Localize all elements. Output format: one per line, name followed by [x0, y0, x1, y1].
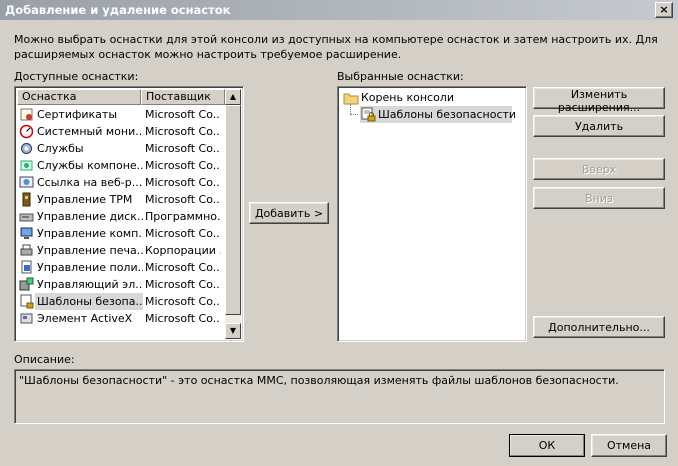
close-button[interactable]: ×: [655, 2, 673, 18]
list-item[interactable]: Шаблоны безопа... Microsoft Co...: [17, 293, 223, 310]
description-box: "Шаблоны безопасности" - это оснастка MM…: [14, 369, 665, 424]
snapin-name: Сертификаты: [37, 108, 118, 121]
snapin-name: Управление диск...: [37, 210, 143, 223]
services-icon: [21, 143, 32, 154]
close-icon: ×: [659, 3, 669, 16]
scroll-down-button[interactable]: ▼: [225, 323, 241, 339]
computer-management-icon: [20, 227, 33, 239]
snapin-name: Управление комп...: [37, 227, 143, 240]
certificates-icon: [20, 108, 33, 121]
list-item[interactable]: Службы Microsoft Co...: [17, 140, 223, 157]
snapin-name: Службы: [37, 142, 84, 155]
description-text: "Шаблоны безопасности" - это оснастка MM…: [19, 374, 619, 387]
snapin-vendor: Microsoft Co...: [145, 125, 221, 138]
snapin-vendor: Microsoft Co...: [145, 108, 221, 121]
move-up-button[interactable]: Вверх: [533, 158, 665, 180]
policy-management-icon: [21, 260, 32, 274]
add-button[interactable]: Добавить >: [249, 202, 329, 224]
component-services-icon: [20, 160, 33, 171]
tree-item-security-templates[interactable]: Шаблоны безопасности: [360, 106, 516, 123]
tree-item-label: Корень консоли: [361, 91, 454, 104]
list-item[interactable]: Управление TPM Microsoft Co...: [17, 191, 223, 208]
snapin-name: Шаблоны безопа...: [35, 293, 143, 310]
snapin-name: Элемент ActiveX: [37, 312, 133, 325]
selected-snapins-tree[interactable]: Корень консоли Шаблоны безопасности: [337, 86, 527, 342]
list-item[interactable]: Управляющий эл... Microsoft Co...: [17, 276, 223, 293]
print-management-icon: [20, 244, 33, 256]
cancel-button[interactable]: Отмена: [591, 434, 667, 457]
remove-button[interactable]: Удалить: [533, 115, 665, 137]
snapin-name: Ссылка на веб-р...: [37, 176, 143, 189]
snapin-vendor: Microsoft Co...: [145, 142, 221, 155]
intro-text: Можно выбрать оснастки для этой консоли …: [14, 33, 658, 61]
description-label: Описание:: [14, 353, 75, 366]
ok-button[interactable]: ОК: [509, 434, 585, 457]
snapin-vendor: Microsoft Co...: [145, 227, 221, 240]
snapin-vendor: Microsoft Co...: [145, 261, 221, 274]
list-item[interactable]: Элемент ActiveX Microsoft Co...: [17, 310, 223, 327]
tree-item-label: Шаблоны безопасности: [378, 108, 517, 121]
available-snapins-list[interactable]: Оснастка Поставщик Сертификаты Microsoft …: [14, 86, 244, 342]
tree-connector: [350, 104, 351, 114]
snapin-vendor: Microsoft Co...: [145, 159, 221, 172]
list-scrollbar[interactable]: ▲ ▼: [225, 89, 241, 339]
window-title: Добавление и удаление оснасток: [5, 3, 231, 17]
selected-snapins-label: Выбранные оснастки:: [337, 70, 464, 83]
snapin-vendor: Microsoft Co...: [145, 278, 221, 291]
scroll-thumb[interactable]: [225, 105, 241, 315]
scroll-up-button[interactable]: ▲: [225, 89, 241, 105]
snapin-vendor: Microsoft Co...: [145, 295, 221, 308]
snapin-name: Управление печа...: [37, 244, 143, 257]
web-link-icon: [19, 176, 34, 188]
list-item[interactable]: Ссылка на веб-р... Microsoft Co...: [17, 174, 223, 191]
system-monitor-icon: [19, 124, 34, 139]
tree-connector: [350, 114, 358, 115]
title-bar: Добавление и удаление оснасток ×: [0, 0, 678, 20]
available-snapins-label: Доступные оснастки:: [14, 70, 139, 83]
list-item[interactable]: Управление диск... Программно...: [17, 208, 223, 225]
folder-icon: [343, 93, 359, 105]
list-item[interactable]: Сертификаты Microsoft Co...: [17, 106, 223, 123]
snapin-name: Службы компоне...: [37, 159, 143, 172]
security-templates-icon: [361, 107, 376, 122]
snapin-vendor: Программно...: [145, 210, 221, 223]
column-header-snapin[interactable]: Оснастка: [17, 89, 141, 105]
advanced-button[interactable]: Дополнительно...: [533, 316, 665, 338]
snapin-name: Системный мони...: [37, 125, 143, 138]
list-item[interactable]: Управление комп... Microsoft Co...: [17, 225, 223, 242]
wmi-control-icon: [19, 277, 34, 291]
security-templates-icon: [20, 294, 34, 309]
snapin-vendor: Microsoft Co...: [145, 312, 221, 325]
disk-management-icon: [19, 213, 34, 222]
edit-extensions-button[interactable]: Изменить расширения...: [533, 87, 665, 114]
move-down-button[interactable]: Вниз: [533, 187, 665, 209]
snapin-vendor: Корпорации ...: [145, 244, 221, 257]
snapin-name: Управление TPM: [37, 193, 133, 206]
activex-icon: [20, 313, 33, 324]
list-item[interactable]: Системный мони... Microsoft Co...: [17, 123, 223, 140]
list-item[interactable]: Службы компоне... Microsoft Co...: [17, 157, 223, 174]
tpm-icon: [22, 192, 31, 207]
snapin-name: Управляющий эл...: [37, 278, 143, 291]
list-item[interactable]: Управление печа...Корпорации ...: [17, 242, 223, 259]
list-item[interactable]: Управление поли... Microsoft Co...: [17, 259, 223, 276]
column-header-vendor[interactable]: Поставщик: [141, 89, 225, 105]
snapin-vendor: Microsoft Co...: [145, 176, 221, 189]
snapin-vendor: Microsoft Co...: [145, 193, 221, 206]
snapin-name: Управление поли...: [37, 261, 143, 274]
